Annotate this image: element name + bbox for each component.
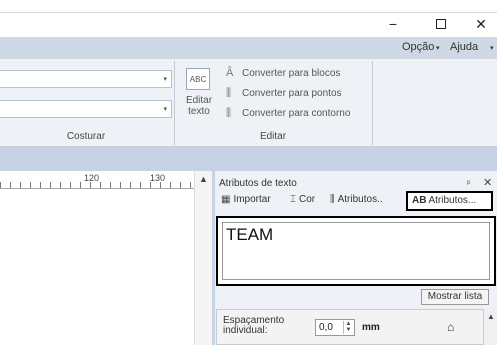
convert-points-button[interactable]: ⫼ Converter para pontos: [226, 87, 342, 100]
attributes-ab-icon: AB: [412, 195, 427, 206]
vertical-scrollbar[interactable]: ▲: [194, 171, 212, 345]
show-list-button[interactable]: Mostrar lista: [421, 289, 489, 305]
import-button[interactable]: ▦ Importar: [221, 194, 271, 205]
attributes-icon: ⫼: [330, 194, 335, 205]
spacing-label: Espaçamento individual:: [223, 316, 284, 336]
minimize-icon: −: [388, 16, 398, 32]
design-workspace[interactable]: 120 130 ▲: [0, 171, 212, 345]
text-attributes-panel: Atributos de texto ᵖ ✕ ▦ Importar ⌶ Cor …: [215, 171, 497, 345]
attributes-label-1: Atributos..: [337, 194, 383, 205]
convert-contour-label: Converter para contorno: [242, 108, 351, 119]
convert-points-icon: ⫼: [226, 87, 232, 99]
text-input-value: TEAM: [226, 225, 274, 244]
close-icon[interactable]: ✕: [483, 176, 492, 189]
sew-group-label: Costurar: [66, 131, 106, 142]
import-label: Importar: [233, 194, 271, 205]
minimize-button[interactable]: −: [378, 14, 408, 34]
text-input-box[interactable]: TEAM: [216, 216, 496, 286]
sew-combo-2[interactable]: ▾: [0, 100, 172, 118]
title-separator: [0, 12, 497, 13]
chevron-down-icon[interactable]: ▾: [436, 44, 440, 52]
horizontal-ruler: 120 130: [0, 171, 194, 189]
abc-text-icon[interactable]: ABC: [186, 68, 210, 90]
import-icon: ▦: [221, 194, 231, 205]
convert-blocks-icon: Â: [226, 67, 234, 79]
maximize-icon: [436, 19, 446, 29]
panel-title: Atributos de texto: [219, 178, 297, 189]
dropdown-caret-icon: ▾: [163, 76, 167, 83]
scroll-up-icon[interactable]: ▲: [199, 174, 208, 184]
pin-icon[interactable]: ᵖ: [467, 178, 470, 188]
chevron-down-icon[interactable]: ▾: [490, 44, 494, 52]
workspace-band: [0, 147, 497, 171]
menu-option[interactable]: Opção: [402, 41, 434, 53]
stepper-arrows-icon[interactable]: ▲ ▼: [343, 321, 353, 334]
color-button[interactable]: ⌶ Cor: [290, 194, 315, 205]
dropdown-caret-icon: ▾: [163, 106, 167, 113]
color-spool-icon: ⌶: [290, 194, 296, 205]
group-divider: [372, 61, 373, 145]
spacing-stepper[interactable]: 0,0 ▲ ▼: [315, 319, 355, 336]
ruler-ticks: [0, 182, 194, 188]
spacing-unit: mm: [362, 322, 380, 333]
close-button[interactable]: ✕: [466, 14, 496, 34]
close-icon: ✕: [475, 15, 487, 32]
menu-strip: Opção ▾ Ajuda ▾: [0, 37, 497, 59]
convert-points-label: Converter para pontos: [242, 88, 342, 99]
attributes-label-2: Atributos...: [428, 195, 477, 206]
attributes-button-2[interactable]: AB Atributos...: [406, 191, 493, 211]
convert-blocks-label: Converter para blocos: [242, 67, 341, 79]
spacing-value: 0,0: [319, 322, 333, 333]
ribbon: ▾ ▾ Costurar ABC Editar texto Â Converte…: [0, 59, 497, 147]
convert-contour-icon: ⫼: [226, 107, 232, 119]
panel-scrollbar[interactable]: ▲: [485, 309, 497, 345]
color-label: Cor: [299, 194, 316, 205]
attributes-button-1[interactable]: ⫼ Atributos..: [330, 194, 383, 205]
spacing-subpanel: Espaçamento individual: 0,0 ▲ ▼ mm ⌂: [216, 309, 484, 345]
maximize-button[interactable]: [426, 14, 456, 34]
convert-blocks-button[interactable]: Â Converter para blocos: [226, 67, 340, 79]
convert-contour-button[interactable]: ⫼ Converter para contorno: [226, 107, 350, 120]
sew-combo-1[interactable]: ▾: [0, 70, 172, 88]
menu-help[interactable]: Ajuda: [450, 41, 478, 53]
title-bar: − ✕: [0, 0, 497, 37]
edit-group-label: Editar: [259, 131, 287, 142]
edit-text-button[interactable]: Editar texto: [181, 95, 217, 117]
group-divider: [174, 61, 175, 145]
home-icon[interactable]: ⌂: [447, 320, 454, 334]
spacing-label-line2: individual:: [223, 325, 268, 336]
scroll-up-icon[interactable]: ▲: [487, 312, 495, 321]
